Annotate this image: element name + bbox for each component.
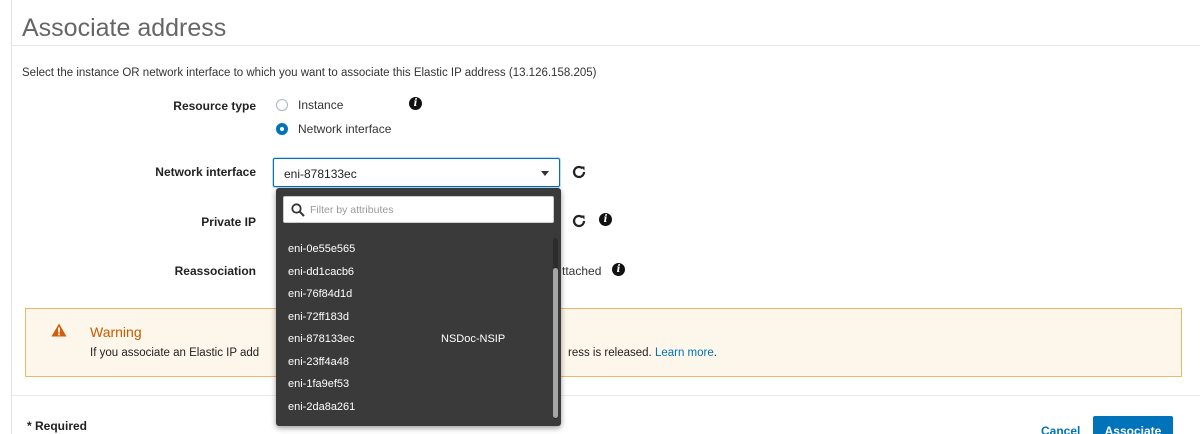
info-icon[interactable]: i [599, 213, 612, 226]
info-icon[interactable]: i [409, 97, 422, 110]
dropdown-item[interactable]: eni-878133ec NSDoc-NSIP [276, 328, 551, 351]
warning-text-end: ress is released. [568, 347, 652, 359]
radio-network-interface[interactable]: Network interface [276, 122, 391, 136]
dropdown-item[interactable]: eni-1fa9ef53 [276, 373, 551, 396]
cancel-button[interactable]: Cancel [1041, 424, 1080, 434]
dropdown-item[interactable]: eni-2da8a261 [276, 396, 551, 419]
chevron-down-icon [541, 171, 549, 176]
refresh-icon[interactable] [571, 213, 587, 229]
item-id: eni-dd1cacb6 [288, 265, 355, 278]
network-interface-dropdown: eni-0e55e565 eni-dd1cacb6 eni-76f84d1d e… [276, 188, 561, 426]
scrollbar-thumb[interactable] [553, 268, 558, 418]
intro-text: Select the instance OR network interface… [22, 67, 597, 79]
radio-instance[interactable]: Instance [276, 98, 343, 112]
item-id: eni-23ff4a48 [288, 355, 349, 368]
network-interface-label: Network interface [155, 165, 256, 179]
radio-instance-label: Instance [298, 98, 344, 112]
resource-type-label: Resource type [173, 99, 256, 113]
warning-title: Warning [90, 324, 142, 340]
dropdown-item[interactable]: eni-0e55e565 [276, 238, 551, 261]
reassociation-text: ttached [562, 264, 602, 278]
warning-alert: Warning If you associate an Elastic IP a… [25, 308, 1182, 377]
warning-text: If you associate an Elastic IP add [90, 347, 260, 359]
filter-field[interactable] [283, 196, 554, 223]
footer-divider [12, 395, 1200, 396]
item-id: eni-878133ec [288, 333, 355, 346]
network-interface-select[interactable]: eni-878133ec [273, 158, 560, 187]
dropdown-item[interactable]: eni-23ff4a48 [276, 351, 551, 374]
radio-button-network-interface[interactable] [276, 123, 288, 135]
warning-period: . [713, 347, 717, 359]
reassociation-label: Reassociation [174, 264, 256, 278]
warning-triangle-icon [51, 323, 67, 337]
item-id: eni-0e55e565 [288, 243, 356, 256]
dropdown-list: eni-0e55e565 eni-dd1cacb6 eni-76f84d1d e… [276, 238, 551, 418]
private-ip-label: Private IP [201, 215, 256, 229]
dropdown-item[interactable]: eni-76f84d1d [276, 283, 551, 306]
item-id: eni-76f84d1d [288, 288, 353, 301]
search-icon [291, 203, 305, 217]
required-note: * Required [27, 419, 88, 433]
dropdown-item[interactable]: eni-72ff183d [276, 306, 551, 329]
refresh-icon[interactable] [571, 164, 587, 180]
item-id: eni-2da8a261 [288, 400, 356, 413]
learn-more-link[interactable]: Learn more [655, 347, 714, 359]
network-interface-value: eni-878133ec [284, 167, 357, 181]
info-icon[interactable]: i [612, 263, 625, 276]
dropdown-scrollbar[interactable] [553, 238, 558, 419]
associate-button[interactable]: Associate [1093, 416, 1173, 434]
item-id: eni-72ff183d [288, 310, 349, 323]
radio-button-instance[interactable] [276, 99, 288, 111]
page-title: Associate address [22, 14, 227, 42]
item-id: eni-1fa9ef53 [288, 378, 350, 391]
item-name: NSDoc-NSIP [441, 333, 506, 346]
warning-text-continued: ress is released. Learn more. [568, 347, 717, 359]
filter-input[interactable] [310, 200, 550, 220]
dropdown-item[interactable]: eni-dd1cacb6 [276, 261, 551, 284]
radio-network-interface-label: Network interface [298, 122, 392, 136]
